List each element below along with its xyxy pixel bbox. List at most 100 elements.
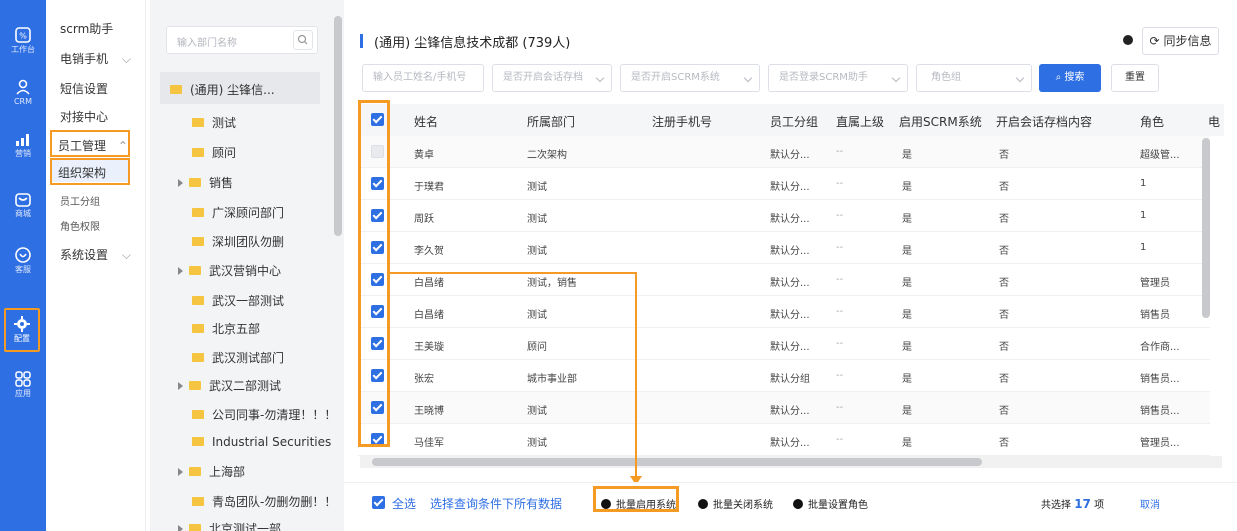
tree-node-label: 武汉营销中心 — [209, 264, 282, 278]
marketing-icon — [16, 134, 29, 146]
rail-workbench[interactable]: % 工作台 — [0, 26, 46, 55]
table-row[interactable]: 白昌绪 测试，销售 默认分... -- 是 否 管理员 — [358, 264, 1210, 296]
col-archive[interactable]: 开启会话存档内容 — [996, 113, 1092, 130]
cell-scrm: 是 — [902, 150, 912, 161]
table-row[interactable]: 黄卓 二次架构 默认分... -- 是 否 超级管... — [358, 136, 1210, 168]
menu-scrm-assistant[interactable]: scrm助手 — [60, 20, 113, 37]
cell-dept: 城市事业部 — [527, 374, 577, 385]
menu-integration[interactable]: 对接中心 — [60, 108, 108, 125]
menu-telesales-phone[interactable]: 电销手机 ⌵ — [60, 50, 131, 67]
tree-node[interactable]: 武汉二部测试 — [178, 377, 281, 394]
col-role[interactable]: 角色 — [1140, 113, 1164, 130]
tree-node[interactable]: 上海部 — [178, 463, 245, 480]
cell-boss: -- — [836, 146, 844, 157]
table-row[interactable]: 王美璇 顾问 默认分... -- 是 否 合作商... — [358, 328, 1210, 360]
sync-button[interactable]: ⟳ 同步信息 — [1142, 27, 1219, 55]
table-row[interactable]: 王晓博 测试 默认分... -- 是 否 销售员... — [358, 392, 1210, 424]
tree-node[interactable]: 青岛团队-勿删勿删！！ — [192, 493, 336, 510]
tree-node[interactable]: 深圳团队勿删 — [192, 233, 284, 250]
role-filter-select[interactable]: 角色组 — [916, 64, 1032, 92]
scrm-filter-select[interactable]: 是否开启SCRM系统 — [620, 64, 760, 92]
caret-right-icon[interactable] — [178, 178, 183, 187]
caret-right-icon[interactable] — [178, 266, 183, 275]
caret-right-icon[interactable] — [178, 467, 183, 476]
search-button[interactable] — [293, 30, 313, 50]
rail-service[interactable]: 客服 — [0, 246, 46, 275]
folder-icon — [170, 85, 182, 94]
menu-staff-management[interactable]: 员工管理 ⌃ — [58, 137, 128, 154]
select-all-label[interactable]: 全选 — [392, 495, 416, 512]
tree-node[interactable]: 顾问 — [192, 144, 236, 161]
tree-node[interactable]: 测试 — [192, 114, 236, 131]
folder-icon — [192, 497, 204, 506]
login-filter-select[interactable]: 是否登录SCRM助手 — [768, 64, 908, 92]
batch-enable-button[interactable]: 批量启用系统 — [601, 496, 676, 511]
annotation-line — [635, 272, 637, 478]
department-search-input[interactable]: 输入部门名称 — [166, 26, 318, 54]
name-search-input[interactable]: 输入员工姓名/手机号 — [362, 64, 484, 92]
table-row[interactable]: 周跃 测试 默认分... -- 是 否 1 — [358, 200, 1210, 232]
rail-marketing[interactable]: 营销 — [0, 130, 46, 159]
tree-node[interactable]: 武汉一部测试 — [192, 292, 284, 309]
col-group[interactable]: 员工分组 — [770, 113, 818, 130]
cell-boss: -- — [836, 242, 844, 253]
cell-group: 默认分... — [770, 246, 810, 257]
col-dept[interactable]: 所属部门 — [527, 113, 575, 130]
col-name[interactable]: 姓名 — [414, 113, 438, 130]
cell-name: 周跃 — [414, 214, 434, 225]
table-vertical-scrollbar[interactable] — [1202, 138, 1210, 318]
caret-right-icon[interactable] — [178, 381, 183, 390]
cell-boss: -- — [836, 402, 844, 413]
select-by-query-link[interactable]: 选择查询条件下所有数据 — [430, 495, 562, 512]
info-icon[interactable] — [1123, 35, 1133, 45]
tree-node-root[interactable]: (通用) 尘锋信... — [160, 72, 320, 104]
tree-node-label: 测试 — [212, 116, 237, 130]
refresh-icon: ⟳ — [1149, 34, 1160, 48]
reset-button[interactable]: 重置 — [1111, 64, 1159, 92]
rail-crm[interactable]: CRM — [0, 78, 46, 107]
menu-sms-settings[interactable]: 短信设置 — [60, 80, 108, 97]
table-row[interactable]: 白昌绪 测试 默认分... -- 是 否 销售员 — [358, 296, 1210, 328]
tree-node-label: 武汉二部测试 — [209, 379, 282, 393]
cancel-button[interactable]: 取消 — [1140, 496, 1160, 511]
tree-node[interactable]: 武汉测试部门 — [192, 349, 284, 366]
cell-archive: 否 — [999, 374, 1009, 385]
tree-node[interactable]: 广深顾问部门 — [192, 204, 284, 221]
rail-apps[interactable]: 应用 — [0, 370, 46, 399]
menu-role-permission[interactable]: 角色权限 — [60, 218, 100, 233]
tree-node[interactable]: 北京测试一部 — [178, 520, 281, 531]
tree-node-label: 公司同事-勿清理！！！ — [212, 408, 337, 422]
tree-node[interactable]: Industrial Securities — [192, 435, 331, 449]
tree-node[interactable]: 销售 — [178, 174, 233, 191]
cell-name: 黄卓 — [414, 150, 434, 161]
search-button[interactable]: ⌕ 搜索 — [1039, 64, 1101, 92]
tree-node[interactable]: 武汉营销中心 — [178, 262, 281, 279]
rail-config[interactable]: 配置 — [4, 308, 40, 352]
batch-disable-button[interactable]: 批量关闭系统 — [698, 496, 773, 511]
menu-staff-group[interactable]: 员工分组 — [60, 193, 100, 208]
footer-select-all-checkbox[interactable] — [372, 496, 385, 509]
col-phone[interactable]: 注册手机号 — [652, 113, 712, 130]
menu-system-settings[interactable]: 系统设置 ⌵ — [60, 246, 131, 263]
table-row[interactable]: 马佳军 测试 默认分... -- 是 否 管理员... — [358, 424, 1210, 456]
table-row[interactable]: 于璞君 测试 默认分... -- 是 否 1 — [358, 168, 1210, 200]
cell-scrm: 是 — [902, 342, 912, 353]
tree-scrollbar[interactable] — [334, 16, 342, 236]
caret-right-icon[interactable] — [178, 524, 183, 531]
batch-role-button[interactable]: 批量设置角色 — [793, 496, 868, 511]
archive-filter-select[interactable]: 是否开启会话存档 — [492, 64, 612, 92]
folder-icon — [189, 524, 201, 531]
col-boss[interactable]: 直属上级 — [836, 113, 884, 130]
batch-label: 批量启用系统 — [616, 500, 676, 511]
table-row[interactable]: 张宏 城市事业部 默认分组 -- 是 否 销售员... — [358, 360, 1210, 392]
tree-node[interactable]: 公司同事-勿清理！！！ — [192, 406, 336, 423]
filter-placeholder: 是否登录SCRM助手 — [779, 72, 868, 83]
col-extra[interactable]: 电 — [1208, 113, 1220, 130]
table-horizontal-scrollbar[interactable] — [372, 458, 982, 466]
menu-org-structure[interactable]: 组织架构 — [58, 164, 106, 181]
col-scrm[interactable]: 启用SCRM系统 — [899, 113, 982, 130]
rail-mall[interactable]: 商城 — [0, 190, 46, 219]
table-row[interactable]: 李久贺 测试 默认分... -- 是 否 1 — [358, 232, 1210, 264]
tree-node[interactable]: 北京五部 — [192, 320, 260, 337]
search-label: 搜索 — [1064, 72, 1085, 83]
